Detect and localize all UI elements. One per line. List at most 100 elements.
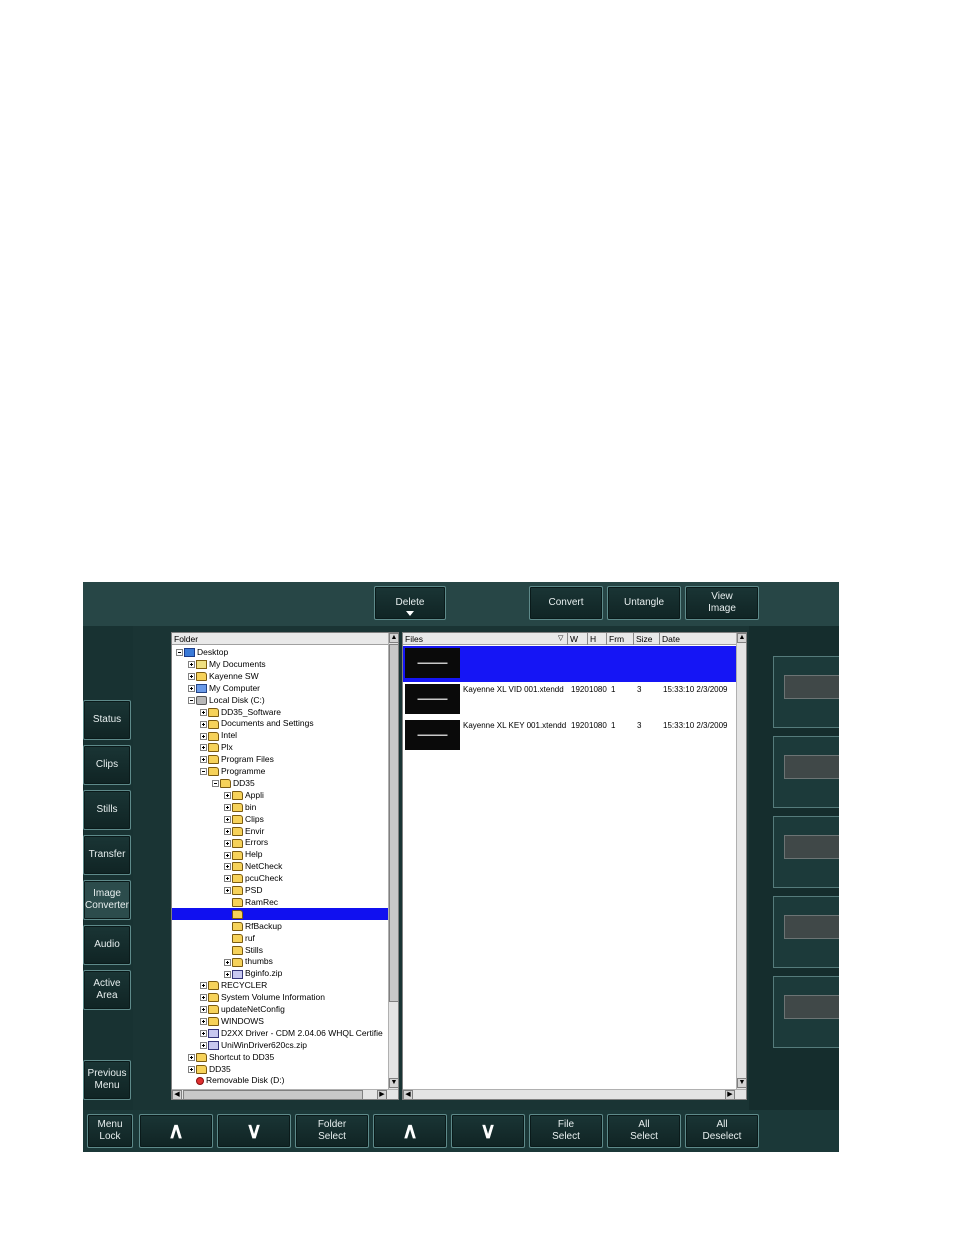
convert-button[interactable]: Convert: [529, 586, 603, 620]
file-up-button[interactable]: ∧: [373, 1114, 447, 1148]
tab-status[interactable]: Status: [83, 700, 131, 740]
folder-tree-item[interactable]: Desktop: [172, 646, 388, 658]
expand-icon[interactable]: [200, 756, 207, 764]
expand-icon[interactable]: [200, 1006, 207, 1014]
expand-icon[interactable]: [188, 684, 195, 692]
expand-icon[interactable]: [188, 1065, 195, 1073]
expand-icon[interactable]: [188, 661, 195, 669]
menu-lock-button[interactable]: Menu Lock: [87, 1114, 133, 1148]
expand-icon[interactable]: [224, 958, 231, 966]
folder-tree-item[interactable]: Errors: [172, 836, 388, 848]
file-row[interactable]: ▬▬▬▬▬▬ Kayenne XL KEY 001.xtendd 1920 1080 1…: [403, 718, 736, 754]
tab-transfer[interactable]: Transfer: [83, 835, 131, 875]
right-slot-4[interactable]: [773, 896, 839, 968]
file-row[interactable]: ▬▬▬▬▬▬: [403, 646, 736, 682]
files-vertical-scrollbar[interactable]: ▲ ▼: [736, 633, 746, 1090]
folder-tree-item[interactable]: Shortcut to DD35: [172, 1051, 388, 1063]
folder-tree-item[interactable]: ruf: [172, 932, 388, 944]
folder-tree-item[interactable]: D2XX Driver - CDM 2.04.06 WHQL Certifie: [172, 1027, 388, 1039]
right-slot-5[interactable]: [773, 976, 839, 1048]
folder-tree-item[interactable]: RECYCLER: [172, 979, 388, 991]
right-slot-5-field[interactable]: [784, 995, 839, 1019]
folder-tree-item[interactable]: PSD: [172, 884, 388, 896]
expand-icon[interactable]: [224, 875, 231, 883]
expand-icon[interactable]: [200, 1041, 207, 1049]
folder-tree-item[interactable]: Documents and Settings: [172, 717, 388, 729]
folder-tree-item[interactable]: UniWinDriver620cs.zip: [172, 1039, 388, 1051]
folder-tree-item[interactable]: Program Files: [172, 753, 388, 765]
folder-tree-item[interactable]: Removable Disk (D:): [172, 1074, 388, 1086]
untangle-button[interactable]: Untangle: [607, 586, 681, 620]
folder-tree-item[interactable]: Envir: [172, 825, 388, 837]
files-pane[interactable]: Files ▽ W H Frm Size Date ▬▬▬▬▬▬ ▬▬▬▬▬▬ Ka…: [402, 632, 747, 1100]
expand-icon[interactable]: [200, 744, 207, 752]
folder-tree-item[interactable]: RamRec: [172, 896, 388, 908]
folder-tree-item[interactable]: Clips: [172, 813, 388, 825]
all-select-button[interactable]: All Select: [607, 1114, 681, 1148]
folder-hscroll-thumb[interactable]: [183, 1090, 363, 1099]
scroll-left-icon[interactable]: ◀: [172, 1090, 182, 1099]
col-frm[interactable]: Frm: [606, 633, 631, 645]
expand-icon[interactable]: [224, 970, 231, 978]
file-down-button[interactable]: ∨: [451, 1114, 525, 1148]
all-deselect-button[interactable]: All Deselect: [685, 1114, 759, 1148]
expand-icon[interactable]: [224, 815, 231, 823]
expand-icon[interactable]: [200, 994, 207, 1002]
right-slot-3[interactable]: [773, 816, 839, 888]
file-row[interactable]: ▬▬▬▬▬▬ Kayenne XL VID 001.xtendd 1920 1080 1…: [403, 682, 736, 718]
folder-tree-item[interactable]: updateNetConfig: [172, 1003, 388, 1015]
right-slot-1[interactable]: [773, 656, 839, 728]
expand-icon[interactable]: [224, 851, 231, 859]
folder-tree-item[interactable]: bin: [172, 801, 388, 813]
tab-image-converter[interactable]: Image Converter: [83, 880, 131, 920]
file-select-button[interactable]: File Select: [529, 1114, 603, 1148]
expand-icon[interactable]: [200, 1018, 207, 1026]
folder-tree-item[interactable]: Appli: [172, 789, 388, 801]
files-scroll-left-icon[interactable]: ◀: [403, 1090, 413, 1099]
expand-icon[interactable]: [224, 827, 231, 835]
folder-tree-item[interactable]: Intel: [172, 729, 388, 741]
expand-icon[interactable]: [224, 887, 231, 895]
folder-tree-item[interactable]: NetCheck: [172, 860, 388, 872]
col-files[interactable]: Files: [405, 633, 423, 645]
folder-vertical-scrollbar[interactable]: ▲ ▼: [388, 633, 398, 1090]
tab-active-area[interactable]: Active Area: [83, 970, 131, 1010]
folder-tree-item[interactable]: DD35: [172, 1063, 388, 1075]
folder-tree-item[interactable]: Stills: [172, 944, 388, 956]
expand-icon[interactable]: [224, 839, 231, 847]
expand-icon[interactable]: [224, 803, 231, 811]
expand-icon[interactable]: [200, 1030, 207, 1038]
expand-icon[interactable]: [224, 863, 231, 871]
folder-tree-item[interactable]: Bginfo.zip: [172, 967, 388, 979]
col-date[interactable]: Date: [659, 633, 680, 645]
expand-icon[interactable]: [200, 982, 207, 990]
scroll-right-icon[interactable]: ▶: [377, 1090, 387, 1099]
collapse-icon[interactable]: [176, 649, 183, 657]
folder-tree-item[interactable]: [172, 907, 388, 920]
folder-tree-item[interactable]: My Documents: [172, 658, 388, 670]
expand-icon[interactable]: [200, 708, 207, 716]
expand-icon[interactable]: [188, 673, 195, 681]
tab-audio[interactable]: Audio: [83, 925, 131, 965]
folder-tree-item[interactable]: My Computer: [172, 682, 388, 694]
collapse-icon[interactable]: [200, 768, 207, 776]
view-image-button[interactable]: View Image: [685, 586, 759, 620]
folder-tree-item[interactable]: DD35_Software: [172, 706, 388, 718]
col-h[interactable]: H: [587, 633, 604, 645]
right-slot-4-field[interactable]: [784, 915, 839, 939]
scroll-down-icon[interactable]: ▼: [389, 1078, 398, 1088]
folder-tree-item[interactable]: Local Disk (C:): [172, 694, 388, 706]
right-slot-2-field[interactable]: [784, 755, 839, 779]
folder-up-button[interactable]: ∧: [139, 1114, 213, 1148]
right-slot-2[interactable]: [773, 736, 839, 808]
folder-down-button[interactable]: ∨: [217, 1114, 291, 1148]
folder-scroll-thumb[interactable]: [389, 644, 398, 1002]
folder-tree-pane[interactable]: Folder Desktop My Documents Kayenne SW My C…: [171, 632, 399, 1100]
col-w[interactable]: W: [567, 633, 586, 645]
right-slot-3-field[interactable]: [784, 835, 839, 859]
right-slot-1-field[interactable]: [784, 675, 839, 699]
tab-stills[interactable]: Stills: [83, 790, 131, 830]
folder-tree-item[interactable]: Programme: [172, 765, 388, 777]
folder-tree-item[interactable]: Help: [172, 848, 388, 860]
files-scroll-right-icon[interactable]: ▶: [725, 1090, 735, 1099]
